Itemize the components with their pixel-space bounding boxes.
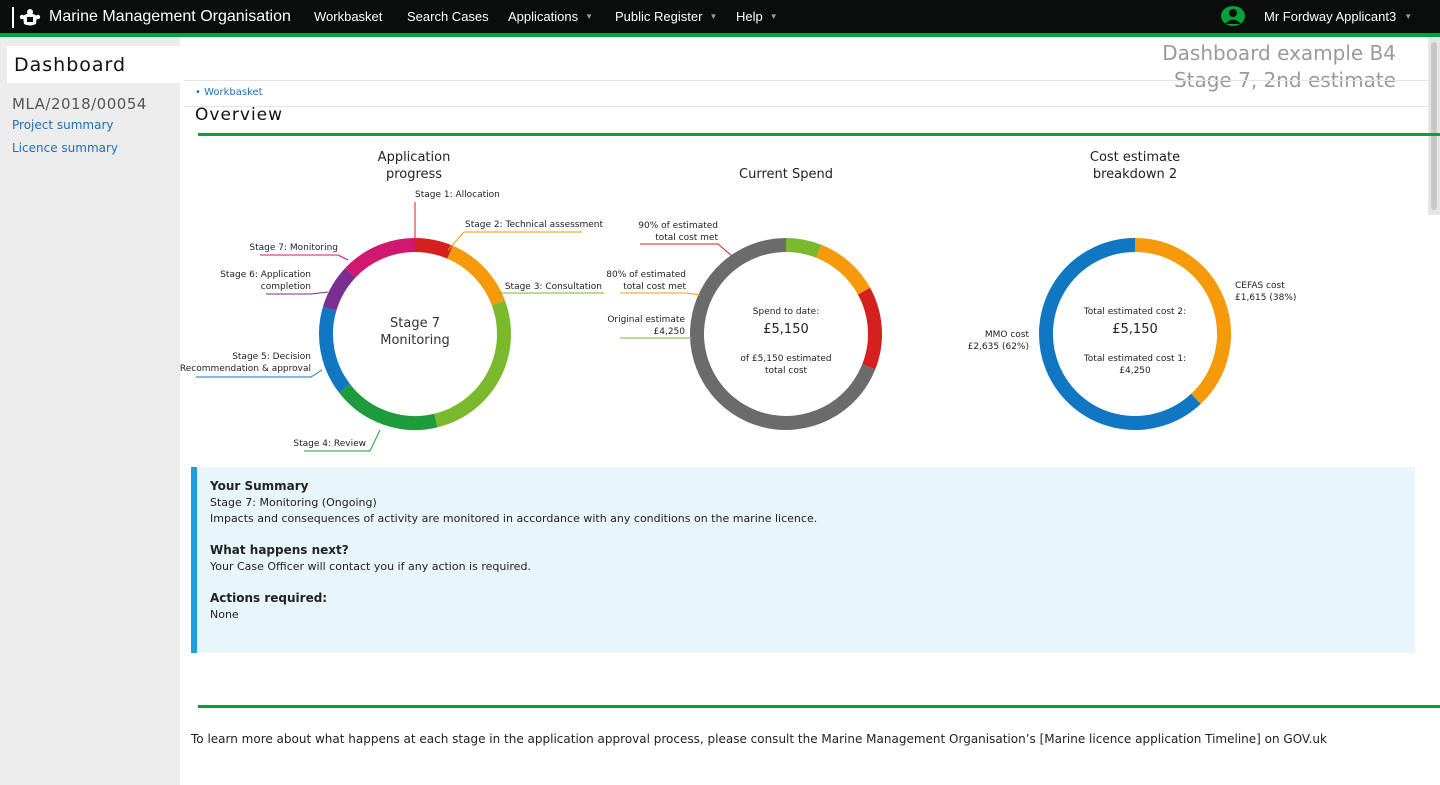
- header-accent-line: [0, 33, 1440, 37]
- chart-title-line: Cost estimate: [1089, 150, 1181, 165]
- donut-center-text: £5,150: [763, 322, 809, 337]
- donut-segment-1-original-estimate-4-250: [785, 238, 822, 258]
- sidebar-title-box: Dashboard: [7, 46, 183, 83]
- divider: [184, 80, 1428, 81]
- chevron-down-icon: ▼: [709, 12, 718, 21]
- donut-center-text: Total estimated cost 1:: [1083, 354, 1186, 364]
- nav-public-register[interactable]: Public Register ▼: [615, 0, 717, 33]
- donut-center-text: £5,150: [1112, 322, 1158, 337]
- actions-required-text: None: [210, 608, 239, 621]
- slice-label-90-of-estimated-total-cost-met: total cost met: [655, 233, 718, 243]
- scrollbar-thumb[interactable]: [1431, 42, 1437, 210]
- sidebar-link-project-summary[interactable]: Project summary: [12, 118, 114, 132]
- donut-charts: Stage 1: Allocation Stage 2: Technical as…: [180, 190, 1296, 452]
- slice-label-80-of-estimated-total-cost-met: total cost met: [623, 282, 686, 292]
- breadcrumb-workbasket[interactable]: • Workbasket: [195, 87, 263, 98]
- nav-label: Help: [736, 9, 763, 24]
- slice-label-mmo-cost-2-635-62: MMO cost: [985, 330, 1030, 340]
- nav-search-cases[interactable]: Search Cases: [407, 0, 489, 33]
- chevron-down-icon: ▼: [1404, 11, 1413, 21]
- slice-label-stage-5-decision-recommendation-approval: Stage 5: Decision: [232, 352, 311, 362]
- nav-label: Applications: [508, 9, 579, 24]
- nav-help[interactable]: Help ▼: [736, 0, 778, 33]
- chart-title-cost-estimate: Cost estimate breakdown 2: [1055, 149, 1215, 183]
- slice-label-stage-2-technical-assessment: Stage 2: Technical assessment: [465, 220, 603, 230]
- stage-line: Stage 7: Monitoring (Ongoing): [210, 496, 377, 509]
- section-rule: [198, 133, 1440, 136]
- label-leader-line: [260, 254, 349, 261]
- footnote-timeline-info: To learn more about what happens at each…: [191, 732, 1327, 746]
- slice-label-cefas-cost-1-615-38: CEFAS cost: [1235, 281, 1285, 291]
- nav-label: Workbasket: [314, 9, 383, 24]
- donut-segment-0-stage-7-monitoring: [345, 238, 416, 278]
- slice-label-stage-4-review: Stage 4: Review: [293, 439, 366, 449]
- sidebar: Dashboard MLA/2018/00054 Project summary…: [0, 37, 183, 785]
- slice-label-stage-6-application-completion: completion: [261, 282, 311, 292]
- donut-segment-1-80-of-estimated-total-cost-met: [815, 244, 871, 295]
- slice-label-original-estimate-4-250: Original estimate: [607, 315, 685, 325]
- chart-title-application-progress: Application progress: [344, 149, 484, 183]
- slice-label-cefas-cost-1-615-38: £1,615 (38%): [1235, 293, 1296, 303]
- user-menu[interactable]: Mr Fordway Applicant3 ▼: [1221, 5, 1412, 27]
- donut-segment-0-stage-3-consultation: [434, 300, 511, 428]
- sidebar-title: Dashboard: [14, 54, 127, 76]
- nav-applications[interactable]: Applications ▼: [508, 0, 593, 33]
- slice-label-90-of-estimated-total-cost-met: 90% of estimated: [638, 221, 718, 231]
- donut-center-text: Monitoring: [380, 333, 450, 348]
- chevron-down-icon: ▼: [769, 12, 778, 21]
- donut-segment-0-stage-6-application-completion: [322, 267, 356, 311]
- case-reference: MLA/2018/00054: [12, 95, 147, 113]
- divider: [184, 106, 1428, 107]
- slice-label-stage-3-consultation: Stage 3: Consultation: [505, 282, 602, 292]
- slice-label-stage-5-decision-recommendation-approval: Recommendation & approval: [180, 364, 311, 374]
- brand-divider: [12, 6, 14, 28]
- what-happens-next-text: Your Case Officer will contact you if an…: [210, 560, 531, 573]
- slice-label-80-of-estimated-total-cost-met: 80% of estimated: [606, 270, 686, 280]
- what-happens-next-heading: What happens next?: [210, 543, 349, 557]
- stage-description: Impacts and consequences of activity are…: [210, 512, 818, 525]
- brand-name: Marine Management Organisation: [49, 8, 291, 25]
- brand-logo-link[interactable]: Marine Management Organisation: [12, 6, 291, 28]
- donut-segment-0-stage-5-decision-recommendation-approval: [319, 306, 351, 393]
- donut-segment-0-stage-4-review: [339, 384, 438, 430]
- summary-panel: Your Summary Stage 7: Monitoring (Ongoin…: [191, 467, 1415, 653]
- label-leader-line: [447, 231, 582, 251]
- royal-crest-icon: [19, 9, 41, 26]
- label-leader-line: [640, 243, 733, 257]
- donut-center-text: total cost: [765, 366, 808, 376]
- page-title: Overview: [195, 105, 284, 125]
- donut-segment-0-stage-2-technical-assessment: [447, 245, 506, 306]
- user-name: Mr Fordway Applicant3: [1264, 8, 1397, 24]
- chart-title-line: Application: [377, 150, 451, 165]
- example-watermark-line-1: Dashboard example B4: [1162, 41, 1396, 65]
- nav-label: Search Cases: [407, 9, 489, 24]
- nav-label: Public Register: [615, 9, 703, 24]
- nav-workbasket[interactable]: Workbasket: [314, 0, 382, 33]
- user-avatar-icon: [1221, 6, 1245, 26]
- donut-segment-0-stage-1-allocation: [414, 238, 453, 259]
- slice-label-original-estimate-4-250: £4,250: [654, 327, 686, 337]
- donut-segment-1-90-of-estimated-total-cost-met: [857, 287, 882, 370]
- chevron-down-icon: ▼: [585, 12, 594, 21]
- donut-center-text: £4,250: [1119, 366, 1151, 376]
- section-rule: [198, 705, 1440, 708]
- donut-center-text: Stage 7: [390, 316, 440, 331]
- donut-center-text: of £5,150 estimated: [740, 354, 831, 364]
- actions-required-heading: Actions required:: [210, 591, 328, 605]
- slice-label-mmo-cost-2-635-62: £2,635 (62%): [968, 342, 1029, 352]
- label-leader-line: [620, 292, 701, 296]
- slice-label-stage-6-application-completion: Stage 6: Application: [220, 270, 311, 280]
- donut-center-text: Spend to date:: [753, 307, 819, 317]
- donut-center-text: Total estimated cost 2:: [1083, 307, 1186, 317]
- your-summary-heading: Your Summary: [210, 479, 309, 493]
- sidebar-link-licence-summary[interactable]: Licence summary: [12, 141, 118, 155]
- label-leader-line: [266, 291, 329, 295]
- slice-label-stage-1-allocation: Stage 1: Allocation: [415, 190, 500, 200]
- slice-label-stage-7-monitoring: Stage 7: Monitoring: [249, 243, 338, 253]
